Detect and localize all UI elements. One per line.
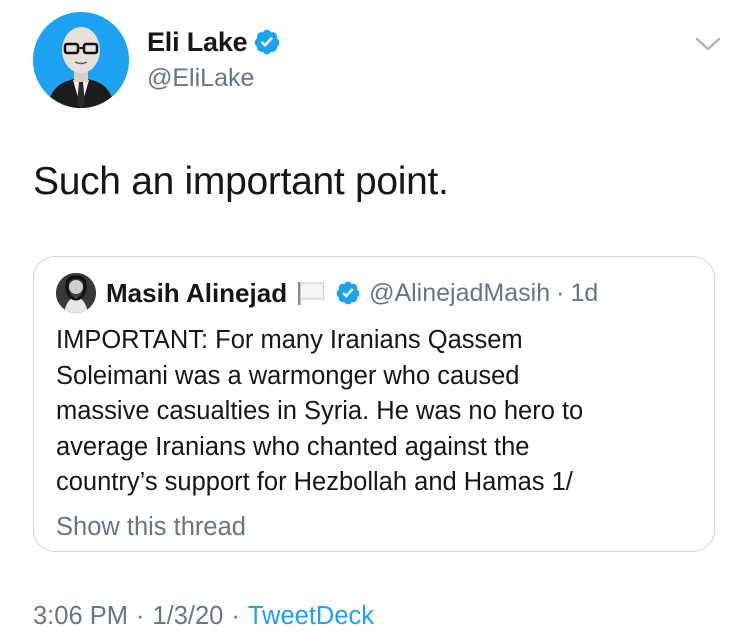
quoted-tweet-card[interactable]: Masih Alinejad @AlinejadMasih · 1d IMPOR…	[33, 256, 715, 552]
quoted-text-line: country’s support for Hezbollah and Hama…	[56, 468, 573, 496]
tweet: Eli Lake @EliLake Such an important poin…	[0, 0, 750, 643]
meta-separator: ·	[231, 602, 240, 630]
quoted-text-line: massive casualties in Syria. He was no h…	[56, 397, 584, 425]
quoted-text-line: Soleimani was a warmonger who caused	[56, 361, 520, 390]
verified-badge-icon	[253, 28, 281, 56]
quoted-verified-badge-icon	[335, 280, 361, 306]
quoted-author-name[interactable]: Masih Alinejad	[106, 278, 287, 309]
white-flag-icon	[295, 280, 327, 306]
author-handle[interactable]: @EliLake	[147, 64, 281, 93]
author-info[interactable]: Eli Lake @EliLake	[147, 26, 281, 93]
quoted-text-line: average Iranians who chanted against the	[56, 432, 530, 461]
quoted-text-line: IMPORTANT: For many Iranians Qassem	[56, 326, 523, 354]
quoted-author-avatar	[56, 273, 96, 313]
tweet-time[interactable]: 3:06 PM	[33, 602, 128, 631]
tweet-date[interactable]: 1/3/20	[152, 602, 223, 631]
quoted-tweet-header: Masih Alinejad @AlinejadMasih · 1d	[56, 273, 598, 313]
tweet-metadata: 3:06 PM · 1/3/20 · TweetDeck	[33, 602, 374, 631]
quoted-separator: ·	[556, 278, 565, 307]
author-name-row: Eli Lake	[147, 26, 281, 58]
tweet-source-link[interactable]: TweetDeck	[248, 602, 374, 631]
tweet-text: Such an important point.	[33, 160, 449, 203]
quoted-timestamp[interactable]: 1d	[570, 279, 598, 308]
quoted-author-handle[interactable]: @AlinejadMasih	[369, 279, 550, 308]
author-name[interactable]: Eli Lake	[147, 27, 248, 58]
author-avatar[interactable]	[33, 12, 129, 108]
chevron-down-icon[interactable]	[694, 34, 722, 54]
meta-separator: ·	[135, 602, 145, 630]
quoted-tweet-text: IMPORTANT: For many Iranians Qassem Sole…	[56, 323, 696, 501]
show-thread-link[interactable]: Show this thread	[56, 513, 246, 542]
